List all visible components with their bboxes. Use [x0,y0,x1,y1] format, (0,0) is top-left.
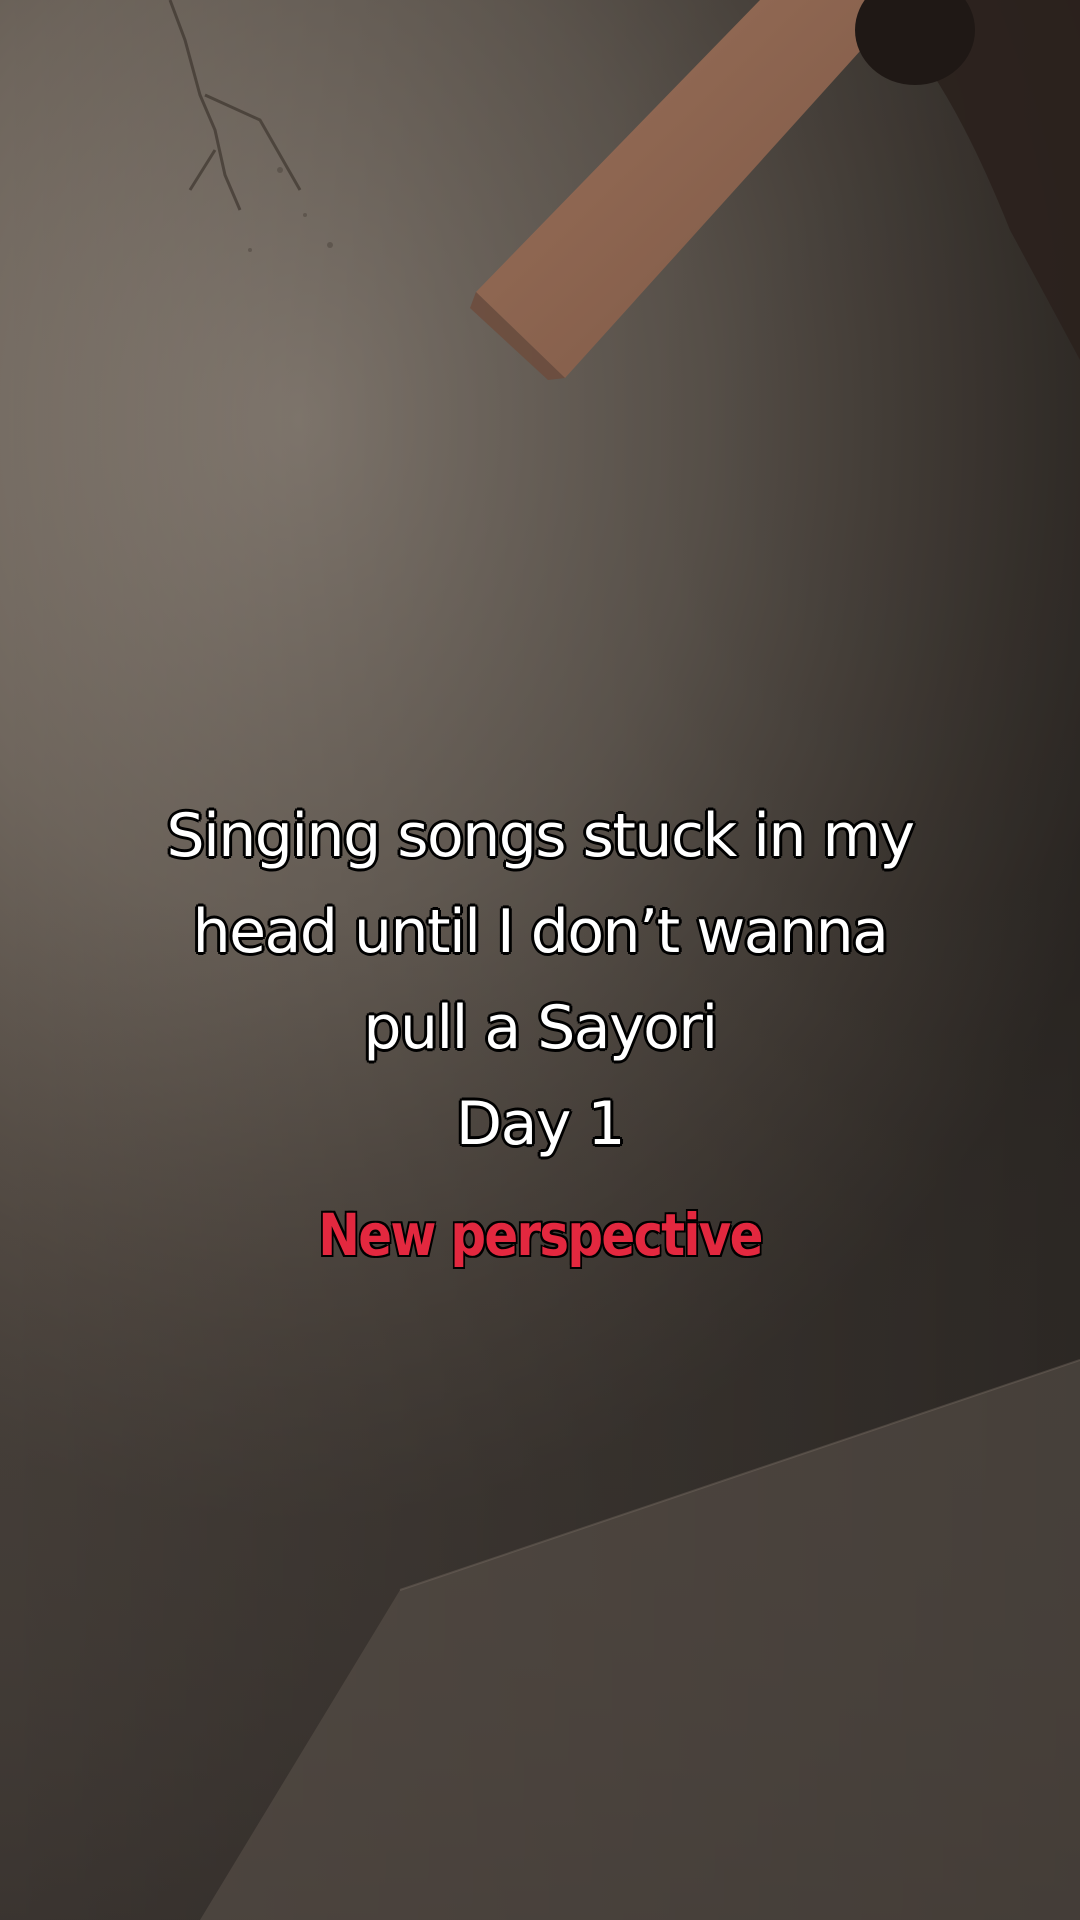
caption-line-2: head until I don’t wanna [192,896,890,968]
video-frame[interactable]: Singing songs stuck in my head until I d… [0,0,1080,1920]
caption-subtitle: New perspective [317,1200,764,1270]
caption-line-3: pull a Sayori [362,992,719,1064]
caption-line-1: Singing songs stuck in my [166,800,916,872]
video-caption: Singing songs stuck in my head until I d… [0,788,1080,1172]
caption-line-4: Day 1 [455,1088,627,1160]
